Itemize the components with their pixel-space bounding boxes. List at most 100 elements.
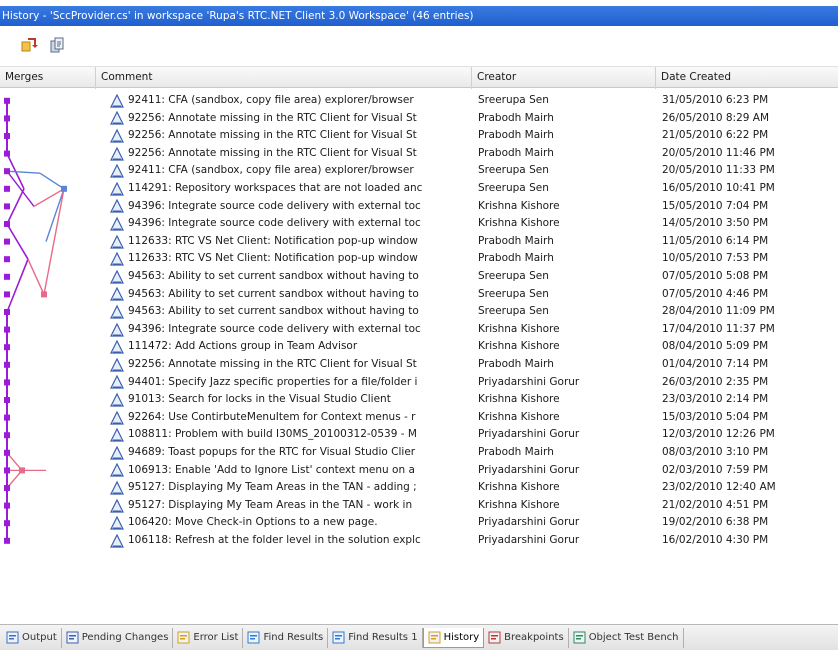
merge-node <box>41 291 47 298</box>
find-results-icon <box>332 631 345 644</box>
merges-column-header[interactable]: Merges <box>0 67 96 89</box>
history-row[interactable]: 95127: Displaying My Team Areas in the T… <box>0 479 838 497</box>
history-row[interactable]: 112633: RTC VS Net Client: Notification … <box>0 233 838 251</box>
creator-cell: Krishna Kishore <box>478 481 560 494</box>
date-cell: 21/02/2010 4:51 PM <box>662 498 769 511</box>
date-cell: 02/03/2010 7:59 PM <box>662 463 769 476</box>
tab-history[interactable]: History <box>422 627 485 648</box>
merge-node <box>4 291 10 298</box>
history-row[interactable]: 94563: Ability to set current sandbox wi… <box>0 286 838 304</box>
changeset-icon <box>110 533 124 548</box>
comment-text: 106118: Refresh at the folder level in t… <box>128 534 421 546</box>
creator-cell: Prabodh Mairh <box>478 111 554 124</box>
merge-graph <box>4 97 67 544</box>
changeset-icon <box>110 392 124 407</box>
history-row[interactable]: 94396: Integrate source code delivery wi… <box>0 321 838 339</box>
history-row[interactable]: 92256: Annotate missing in the RTC Clien… <box>0 110 838 128</box>
comment-text: 92256: Annotate missing in the RTC Clien… <box>128 129 417 142</box>
tab-label: Find Results <box>263 632 324 643</box>
history-row[interactable]: 112633: RTC VS Net Client: Notification … <box>0 250 838 268</box>
merge-node <box>4 203 10 210</box>
history-row[interactable]: 92264: Use ContirbuteMenuItem for Contex… <box>0 409 838 427</box>
date-cell: 28/04/2010 11:09 PM <box>662 305 775 318</box>
comment-text: 94396: Integrate source code delivery wi… <box>128 217 421 230</box>
toolbar <box>0 30 838 60</box>
history-row[interactable]: 91013: Search for locks in the Visual St… <box>0 391 838 409</box>
creator-cell: Prabodh Mairh <box>478 446 554 458</box>
date-cell: 20/05/2010 11:46 PM <box>662 146 775 159</box>
tab-label: Breakpoints <box>504 632 564 643</box>
creator-cell: Krishna Kishore <box>478 340 560 353</box>
changeset-icon <box>110 357 124 372</box>
changeset-icon <box>110 93 124 108</box>
history-row[interactable]: 106420: Move Check-in Options to a new p… <box>0 514 838 532</box>
comment-column-header[interactable]: Comment <box>96 67 472 89</box>
tab-find-results[interactable]: Find Results <box>243 627 329 648</box>
merge-node <box>4 485 10 491</box>
merge-line <box>39 172 65 190</box>
tab-breakpoints[interactable]: Breakpoints <box>484 627 569 648</box>
comment-cell: 94563: Ability to set current sandbox wi… <box>110 303 470 321</box>
date-cell: 10/05/2010 7:53 PM <box>662 252 769 265</box>
changeset-icon <box>110 428 124 442</box>
history-row[interactable]: 94563: Ability to set current sandbox wi… <box>0 303 838 321</box>
merge-node <box>4 238 10 245</box>
tab-label: History <box>443 631 480 643</box>
comment-text: 114291: Repository workspaces that are n… <box>128 182 423 194</box>
merge-node <box>4 221 10 227</box>
history-row[interactable]: 94396: Integrate source code delivery wi… <box>0 198 838 216</box>
creator-column-header[interactable]: Creator <box>472 67 656 89</box>
comment-text: 112633: RTC VS Net Client: Notification … <box>128 252 418 265</box>
open-button[interactable] <box>46 34 68 56</box>
history-row[interactable]: 106118: Refresh at the folder level in t… <box>0 532 838 550</box>
history-row[interactable]: 92411: CFA (sandbox, copy file area) exp… <box>0 92 838 110</box>
comment-cell: 94396: Integrate source code delivery wi… <box>110 198 470 216</box>
changeset-icon <box>110 498 124 513</box>
changeset-icon <box>110 375 124 389</box>
date-column-header[interactable]: Date Created <box>656 67 838 89</box>
date-cell: 07/05/2010 4:46 PM <box>662 287 769 300</box>
history-row[interactable]: 95127: Displaying My Team Areas in the T… <box>0 497 838 515</box>
tab-find-results-1[interactable]: Find Results 1 <box>328 627 423 648</box>
error-list-icon <box>177 631 190 644</box>
comment-cell: 106118: Refresh at the folder level in t… <box>110 532 470 550</box>
merge-node <box>4 97 10 104</box>
comment-cell: 111472: Add Actions group in Team Adviso… <box>110 338 470 356</box>
creator-cell: Prabodh Mairh <box>478 129 554 142</box>
history-row[interactable]: 94401: Specify Jazz specific properties … <box>0 374 838 392</box>
tool-window-tabs: Output Pending Changes Error List Find Resu… <box>0 624 838 650</box>
history-row[interactable]: 108811: Problem with build I30MS_2010031… <box>0 426 838 444</box>
date-cell: 31/05/2010 6:23 PM <box>662 94 769 106</box>
merge-node <box>61 185 67 192</box>
history-row[interactable]: 92256: Annotate missing in the RTC Clien… <box>0 356 838 374</box>
date-cell: 26/03/2010 2:35 PM <box>662 375 769 388</box>
history-row[interactable]: 111472: Add Actions group in Team Adviso… <box>0 338 838 356</box>
history-row[interactable]: 114291: Repository workspaces that are n… <box>0 180 838 198</box>
tab-pending-changes[interactable]: Pending Changes <box>62 627 174 648</box>
changeset-icon <box>110 111 124 125</box>
merge-node <box>4 150 10 157</box>
tab-object-test-bench[interactable]: Object Test Bench <box>569 627 684 648</box>
history-row[interactable]: 94689: Toast popups for the RTC for Visu… <box>0 444 838 462</box>
tab-output[interactable]: Output <box>2 627 62 648</box>
history-row[interactable]: 94563: Ability to set current sandbox wi… <box>0 268 838 286</box>
comment-cell: 91013: Search for locks in the Visual St… <box>110 391 470 409</box>
comment-cell: 92256: Annotate missing in the RTC Clien… <box>110 356 470 374</box>
history-row[interactable]: 94396: Integrate source code delivery wi… <box>0 215 838 233</box>
comment-text: 95127: Displaying My Team Areas in the T… <box>128 498 413 511</box>
comment-text: 108811: Problem with build I30MS_2010031… <box>128 428 417 441</box>
comment-cell: 92256: Annotate missing in the RTC Clien… <box>110 127 470 145</box>
merge-node <box>4 326 10 333</box>
comment-cell: 112633: RTC VS Net Client: Notification … <box>110 250 470 268</box>
merge-node <box>4 414 10 421</box>
comment-text: 92411: CFA (sandbox, copy file area) exp… <box>128 164 414 177</box>
history-row[interactable]: 92256: Annotate missing in the RTC Clien… <box>0 127 838 145</box>
compare-button[interactable] <box>18 34 40 56</box>
history-row[interactable]: 106913: Enable 'Add to Ignore List' cont… <box>0 462 838 480</box>
tab-error-list[interactable]: Error List <box>173 627 244 648</box>
history-row[interactable]: 92411: CFA (sandbox, copy file area) exp… <box>0 162 838 180</box>
creator-cell: Priyadarshini Gorur <box>478 375 580 388</box>
history-row[interactable]: 92256: Annotate missing in the RTC Clien… <box>0 145 838 163</box>
merge-line <box>6 170 35 207</box>
comment-cell: 92411: CFA (sandbox, copy file area) exp… <box>110 162 470 180</box>
